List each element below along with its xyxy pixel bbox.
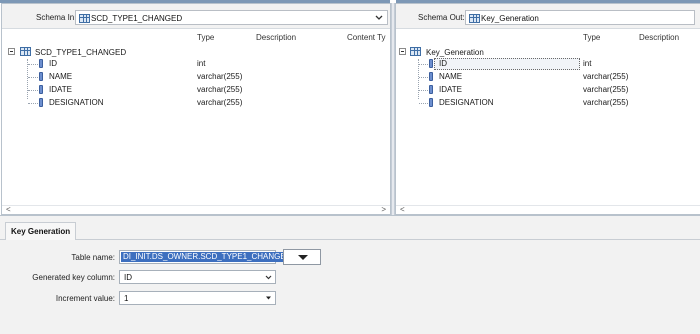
- scroll-left-icon[interactable]: <: [400, 206, 405, 214]
- column-type: int: [197, 59, 206, 68]
- key-column-value: ID: [124, 273, 132, 282]
- column-type: varchar(255): [583, 72, 629, 81]
- chevron-down-icon[interactable]: [373, 12, 385, 23]
- column-icon: [429, 72, 433, 81]
- column-type: varchar(255): [583, 85, 629, 94]
- table-icon: [79, 14, 90, 23]
- column-name: NAME: [439, 72, 463, 81]
- column-icon: [429, 59, 433, 68]
- increment-value-dropdown[interactable]: 1: [119, 291, 276, 305]
- increment-value: 1: [124, 294, 129, 303]
- table-icon: [410, 47, 421, 56]
- schema-in-dropdown[interactable]: SCD_TYPE1_CHANGED: [75, 10, 388, 25]
- collapse-icon[interactable]: [8, 48, 15, 55]
- horizontal-scrollbar[interactable]: < >: [2, 205, 390, 214]
- tab-bar: Key Generation: [0, 222, 700, 240]
- schema-out-bar: Schema Out: Key_Generation: [396, 4, 700, 29]
- key-generation-panel: Key Generation Table name: DI_INIT.DS_OW…: [0, 215, 700, 334]
- column-name: IDATE: [439, 85, 462, 94]
- column-name: IDATE: [49, 85, 72, 94]
- column-name: NAME: [49, 72, 73, 81]
- tree-row-selected[interactable]: ID int: [396, 58, 696, 70]
- column-header-description[interactable]: Description: [256, 33, 296, 42]
- tree-row[interactable]: ID int: [2, 58, 382, 70]
- column-icon: [39, 98, 43, 107]
- column-type: varchar(255): [197, 85, 243, 94]
- schema-in-root-name[interactable]: SCD_TYPE1_CHANGED: [35, 48, 126, 57]
- column-header-type[interactable]: Type: [197, 33, 214, 42]
- key-column-dropdown[interactable]: ID: [119, 270, 276, 284]
- schema-out-root-name[interactable]: Key_Generation: [426, 48, 484, 57]
- column-header-description[interactable]: Description: [639, 33, 679, 42]
- column-icon: [39, 85, 43, 94]
- column-type: varchar(255): [197, 98, 243, 107]
- chevron-down-icon[interactable]: [263, 272, 274, 282]
- key-column-label: Generated key column:: [32, 273, 115, 282]
- column-type: int: [583, 59, 592, 68]
- column-icon: [39, 72, 43, 81]
- schema-in-bar: Schema In: SCD_TYPE1_CHANGED: [2, 4, 390, 29]
- increment-value-label: Increment value:: [55, 294, 115, 303]
- schema-out-value: Key_Generation: [481, 14, 539, 23]
- tree-row[interactable]: NAME varchar(255): [396, 71, 696, 83]
- tree-row[interactable]: NAME varchar(255): [2, 71, 382, 83]
- scroll-left-icon[interactable]: <: [6, 206, 11, 214]
- tab-key-generation[interactable]: Key Generation: [5, 222, 77, 240]
- scroll-right-icon[interactable]: >: [381, 206, 386, 214]
- column-icon: [39, 59, 43, 68]
- column-name: DESIGNATION: [49, 98, 104, 107]
- column-icon: [429, 85, 433, 94]
- triangle-down-icon: [298, 255, 308, 260]
- tree-row[interactable]: DESIGNATION varchar(255): [396, 97, 696, 109]
- table-name-picker-button[interactable]: [283, 249, 321, 265]
- tree-row[interactable]: IDATE varchar(255): [2, 84, 382, 96]
- column-type: varchar(255): [197, 72, 243, 81]
- horizontal-scrollbar[interactable]: <: [396, 205, 700, 214]
- tree-row[interactable]: DESIGNATION varchar(255): [2, 97, 382, 109]
- schema-in-label: Schema In:: [36, 13, 77, 22]
- chevron-down-icon[interactable]: [263, 293, 274, 303]
- table-icon: [20, 47, 31, 56]
- column-header-type[interactable]: Type: [583, 33, 600, 42]
- schema-out-label: Schema Out:: [418, 13, 465, 22]
- column-name: DESIGNATION: [439, 98, 494, 107]
- table-name-field[interactable]: DI_INIT.DS_OWNER.SCD_TYPE1_CHANGED: [119, 250, 294, 264]
- table-name-value: DI_INIT.DS_OWNER.SCD_TYPE1_CHANGED: [121, 252, 294, 262]
- table-name-label: Table name:: [71, 253, 115, 262]
- column-name: ID: [439, 59, 447, 68]
- tree-row[interactable]: IDATE varchar(255): [396, 84, 696, 96]
- schema-out-panel: Schema Out: Key_Generation Type Descript…: [395, 3, 700, 215]
- collapse-icon[interactable]: [399, 48, 406, 55]
- column-name: ID: [49, 59, 57, 68]
- schema-in-panel: Schema In: SCD_TYPE1_CHANGED Type Descri…: [1, 3, 391, 215]
- schema-in-value: SCD_TYPE1_CHANGED: [91, 14, 183, 23]
- table-icon: [469, 14, 480, 23]
- column-header-content-type[interactable]: Content Ty: [347, 33, 386, 42]
- column-type: varchar(255): [583, 98, 629, 107]
- schema-out-field: Key_Generation: [465, 10, 695, 25]
- column-icon: [429, 98, 433, 107]
